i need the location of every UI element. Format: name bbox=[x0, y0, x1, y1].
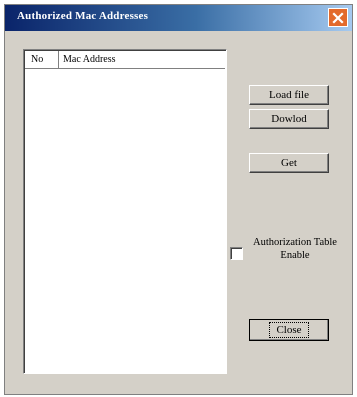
column-header-no[interactable]: No bbox=[25, 51, 59, 68]
authorization-table-enable-checkbox[interactable] bbox=[230, 247, 243, 260]
close-window-button[interactable] bbox=[328, 8, 348, 27]
authorization-label-line1: Authorization Table bbox=[253, 237, 337, 248]
authorization-table-enable-label: Authorization Table Enable bbox=[245, 236, 345, 262]
authorization-label-line2: Enable bbox=[280, 250, 310, 261]
window-title: Authorized Mac Addresses bbox=[17, 10, 149, 22]
close-button[interactable]: Close bbox=[249, 319, 329, 341]
load-file-button[interactable]: Load file bbox=[249, 85, 329, 105]
close-button-label: Close bbox=[269, 322, 309, 338]
authorized-mac-dialog: Authorized Mac Addresses No Mac Address … bbox=[4, 4, 353, 395]
list-header: No Mac Address bbox=[25, 51, 225, 69]
title-bar[interactable]: Authorized Mac Addresses bbox=[5, 5, 352, 31]
mac-address-list[interactable]: No Mac Address bbox=[23, 49, 227, 374]
close-icon bbox=[332, 11, 344, 24]
download-button[interactable]: Dowlod bbox=[249, 109, 329, 129]
column-header-mac-address[interactable]: Mac Address bbox=[63, 51, 116, 68]
get-button[interactable]: Get bbox=[249, 153, 329, 173]
